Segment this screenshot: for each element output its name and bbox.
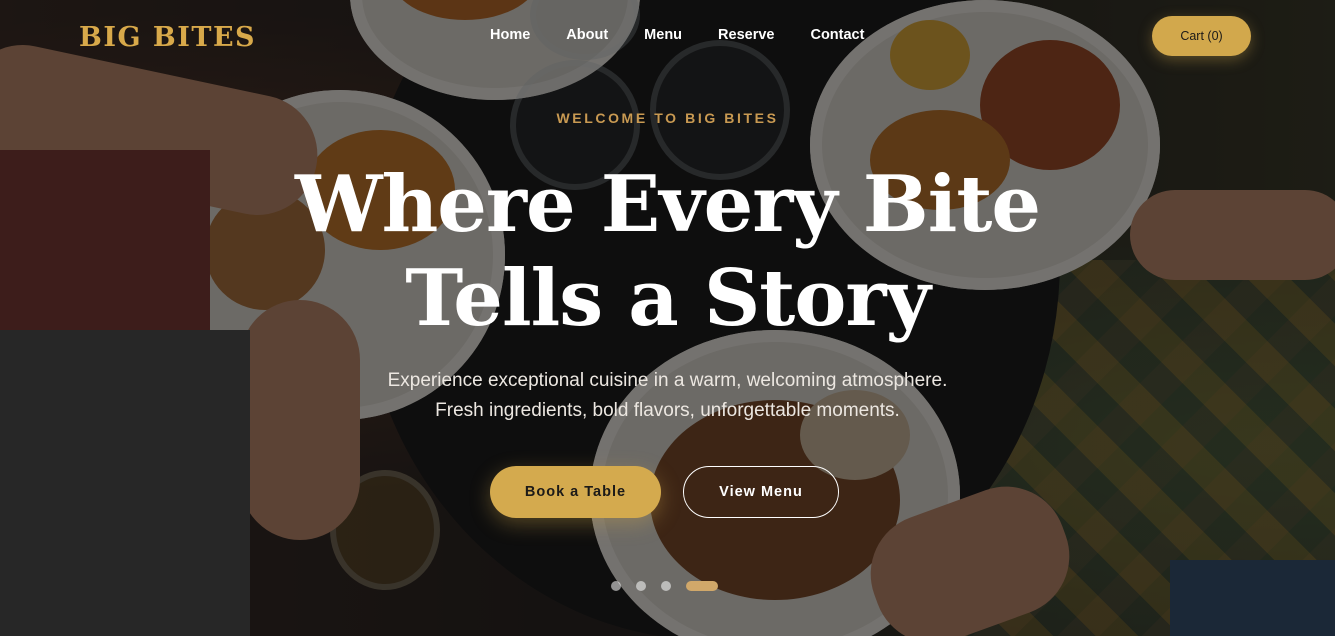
nav-link-contact[interactable]: Contact xyxy=(810,27,864,43)
book-table-button[interactable]: Book a Table xyxy=(490,466,661,518)
hero-headline-line-1: Where Every Bite xyxy=(295,159,1041,250)
carousel-dot-4-active[interactable] xyxy=(686,581,718,591)
nav-link-reserve[interactable]: Reserve xyxy=(718,27,774,43)
brand-logo[interactable]: BIG BITES xyxy=(79,22,256,53)
nav-link-menu[interactable]: Menu xyxy=(644,27,682,43)
carousel-dot-2[interactable] xyxy=(636,581,646,591)
carousel-dot-3[interactable] xyxy=(661,581,671,591)
hero-headline-line-2: Tells a Story xyxy=(405,253,931,344)
main-nav: Home About Menu Reserve Contact xyxy=(490,27,900,43)
hero-headline: Where Every Bite Tells a Story xyxy=(0,158,1335,346)
hero-subtext-line-1: Experience exceptional cuisine in a warm… xyxy=(387,370,948,391)
hero-eyebrow: WELCOME TO BIG BITES xyxy=(556,110,779,126)
hero-subtext-line-2: Fresh ingredients, bold flavors, unforge… xyxy=(435,400,900,421)
cart-button[interactable]: Cart (0) xyxy=(1152,16,1251,56)
carousel-indicators xyxy=(611,581,733,591)
nav-link-about[interactable]: About xyxy=(566,27,608,43)
view-menu-button[interactable]: View Menu xyxy=(683,466,839,518)
nav-link-home[interactable]: Home xyxy=(490,27,530,43)
carousel-dot-1[interactable] xyxy=(611,581,621,591)
hero-subtext: Experience exceptional cuisine in a warm… xyxy=(0,366,1335,426)
site-header: BIG BITES Home About Menu Reserve Contac… xyxy=(0,0,1335,76)
